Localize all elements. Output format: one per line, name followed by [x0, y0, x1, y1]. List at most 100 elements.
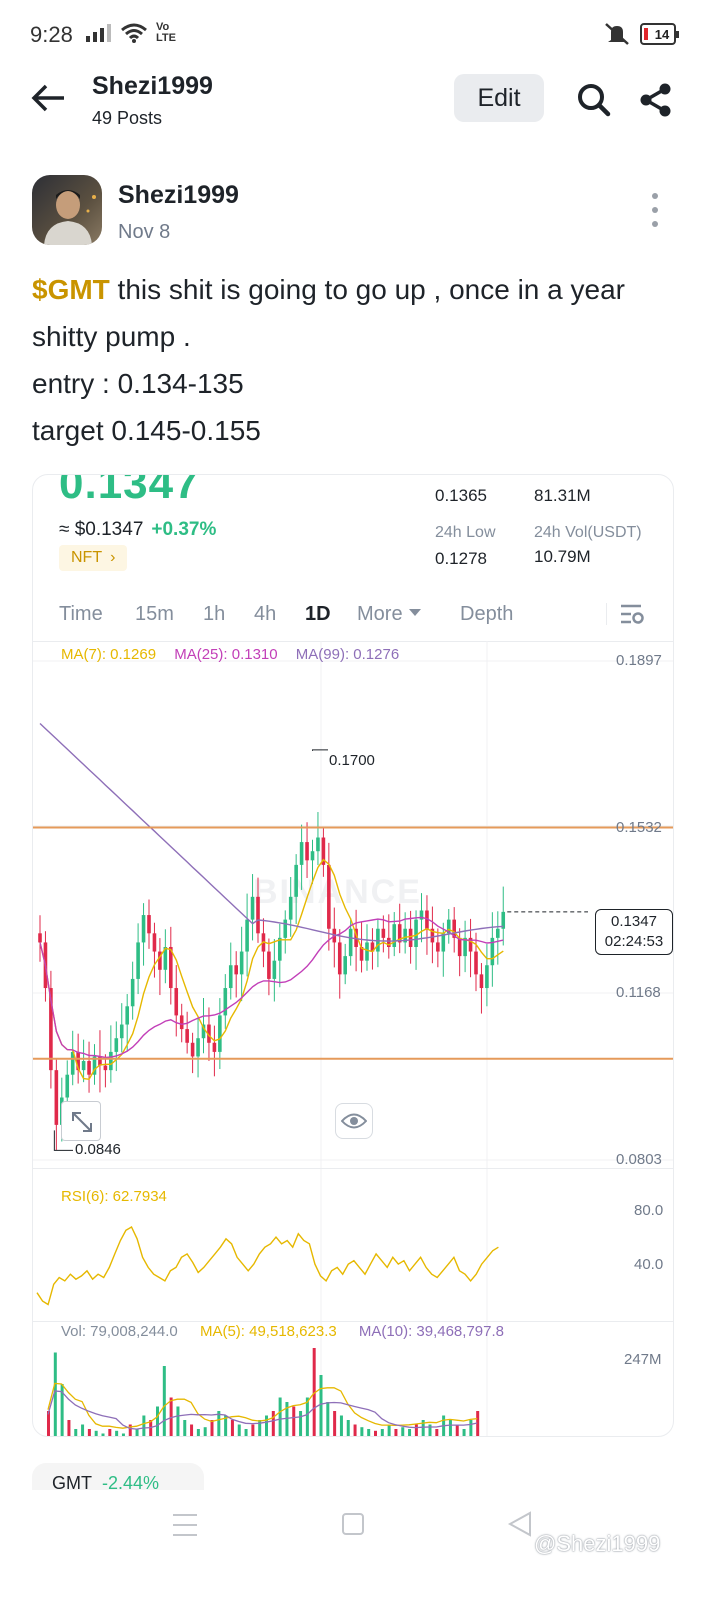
candle-countdown: 02:24:53: [604, 933, 664, 950]
candle: [218, 1015, 222, 1052]
vol-ma5-line: [47, 1382, 478, 1429]
candle: [479, 974, 484, 989]
volume-bar: [74, 1429, 78, 1436]
volume-bar: [448, 1420, 452, 1436]
candlestick-chart[interactable]: [33, 475, 674, 1437]
candle: [239, 951, 244, 975]
candle: [288, 896, 293, 920]
home-icon[interactable]: [342, 1513, 364, 1535]
candle: [267, 951, 271, 979]
volume-bar: [360, 1427, 364, 1436]
candle: [496, 928, 500, 938]
volume-bar: [367, 1429, 371, 1436]
volume-bar: [67, 1420, 71, 1436]
candle: [278, 937, 282, 961]
divider: [33, 1321, 673, 1322]
avatar[interactable]: [32, 175, 102, 245]
post-author[interactable]: Shezi1999: [118, 181, 239, 210]
battery-level: 14: [654, 26, 670, 42]
high-marker-label: 0.1700: [329, 752, 375, 769]
post-count: 49 Posts: [92, 108, 163, 128]
volume-bar: [47, 1411, 50, 1436]
candle: [234, 965, 238, 975]
watermark-credit: @Shezi1999: [534, 1531, 661, 1556]
volume-bar: [476, 1411, 480, 1436]
back-arrow-icon[interactable]: [30, 82, 70, 114]
volume-bar: [108, 1429, 112, 1436]
candle: [392, 924, 397, 947]
volume-bar: [230, 1420, 234, 1436]
candle: [305, 842, 309, 861]
candle: [174, 988, 179, 1016]
nav-back-icon[interactable]: [506, 1510, 534, 1538]
candle: [294, 864, 298, 897]
profile-header: Shezi1999 49 Posts Edit: [0, 70, 720, 130]
status-bar: 9:28 Vo LTE 14: [0, 0, 720, 70]
ticker-card[interactable]: GMT -2.44%: [32, 1463, 204, 1493]
y-axis-label: 0.1532: [616, 819, 662, 836]
volume-legend: Vol: 79,008,244.0 MA(5): 49,518,623.3 MA…: [61, 1323, 522, 1340]
eye-icon[interactable]: [335, 1103, 373, 1139]
candle: [250, 896, 255, 920]
menu-icon[interactable]: [173, 1514, 197, 1536]
volume-bar: [183, 1420, 187, 1436]
candle: [457, 937, 462, 957]
candle: [141, 915, 146, 943]
candle: [152, 933, 157, 952]
candle: [343, 956, 347, 975]
vol-legend: Vol: 79,008,244.0: [61, 1323, 178, 1340]
volume-bar: [394, 1429, 398, 1436]
candle: [179, 1015, 184, 1030]
status-icons: Vo LTE: [86, 22, 180, 44]
volume-bar: [251, 1424, 255, 1436]
post-body: $GMT this shit is going to go up , once …: [32, 266, 692, 454]
volume-bar: [87, 1429, 91, 1436]
share-icon[interactable]: [638, 82, 674, 118]
post-header: Shezi1999 Nov 8: [32, 175, 692, 245]
more-options-icon[interactable]: [646, 193, 664, 227]
ma99-legend: MA(99): 0.1276: [295, 646, 400, 663]
ma99-line: [39, 722, 504, 942]
candle: [441, 933, 446, 952]
edit-button[interactable]: Edit: [454, 74, 544, 122]
expand-icon[interactable]: [61, 1101, 101, 1141]
candle: [348, 928, 353, 957]
candle: [256, 896, 260, 934]
volume-bar: [346, 1420, 350, 1436]
candle: [190, 1042, 195, 1057]
ma7-line: [39, 858, 504, 1081]
candle: [316, 837, 320, 852]
y-axis-label: 0.1168: [616, 984, 661, 1001]
candle: [310, 851, 315, 861]
y-axis-label: 0.1897: [616, 652, 662, 669]
volume-bar: [319, 1375, 323, 1436]
candle: [365, 942, 369, 961]
rsi-axis-label: 40.0: [634, 1256, 664, 1273]
current-price: 0.1347: [611, 913, 657, 930]
y-axis-label: 0.0803: [616, 1151, 662, 1168]
candle: [81, 1061, 86, 1071]
volume-bar: [455, 1424, 459, 1436]
volume-bar: [142, 1415, 146, 1436]
candle: [408, 928, 413, 947]
vol-ma10-legend: MA(10): 39,468,797.8: [358, 1323, 504, 1340]
search-icon[interactable]: [576, 82, 612, 118]
volume-bar: [380, 1429, 384, 1436]
candle: [436, 942, 440, 952]
volume-bar: [271, 1411, 275, 1436]
rsi-axis-label: 80.0: [634, 1202, 664, 1219]
vol-axis-label: 247M: [624, 1351, 662, 1368]
volume-bar: [414, 1424, 418, 1436]
candle: [245, 919, 249, 952]
volume-bar: [203, 1427, 207, 1436]
candle: [130, 978, 135, 1007]
ma25-legend: MA(25): 0.1310: [174, 646, 278, 663]
candle: [381, 928, 386, 938]
volume-bar: [469, 1420, 473, 1436]
candle: [337, 942, 342, 975]
candle: [87, 1061, 91, 1075]
mute-icon: [605, 23, 629, 45]
candle: [185, 1029, 189, 1043]
chart-card[interactable]: 0.1347 ≈ $0.1347 +0.37% NFT › 0.1365 81.31…: [32, 474, 674, 1437]
post-ticker[interactable]: $GMT: [32, 274, 110, 305]
